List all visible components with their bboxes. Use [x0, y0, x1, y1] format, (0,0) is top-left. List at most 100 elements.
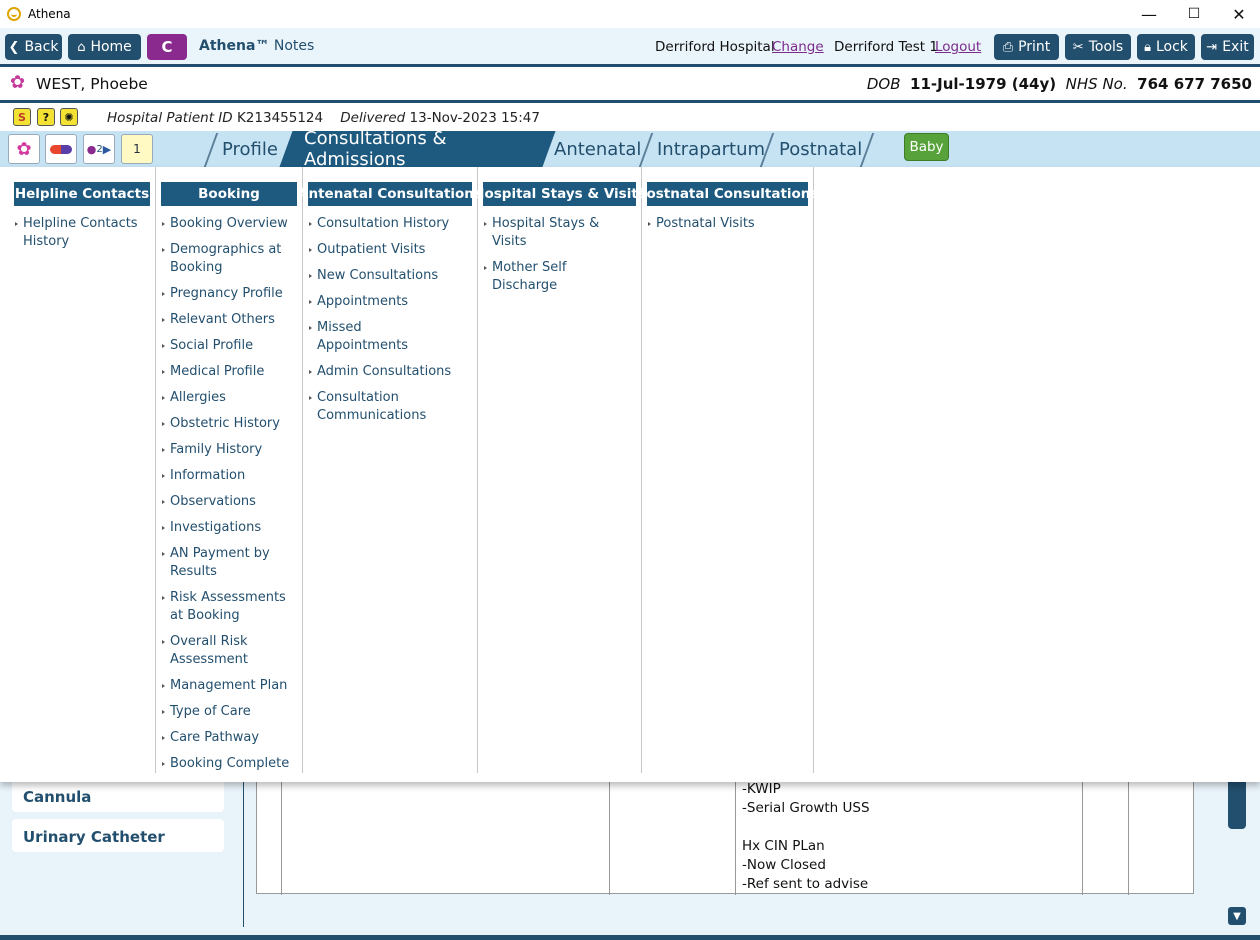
menu-item-new-consultations[interactable]: New Consultations	[308, 267, 468, 285]
menu-item-information[interactable]: Information	[161, 467, 299, 485]
exit-button[interactable]: ⇥ Exit	[1201, 34, 1254, 60]
tools-icon: ✂	[1072, 39, 1084, 55]
notes-icon[interactable]: 1	[121, 134, 153, 164]
print-button[interactable]: ⎙ Print	[994, 34, 1059, 60]
home-button[interactable]: ⌂ Home	[68, 34, 141, 60]
lock-icon: 🔒︎	[1144, 39, 1151, 55]
close-window-button[interactable]: ✕	[1216, 0, 1260, 28]
tab-antenatal[interactable]: Antenatal	[554, 131, 641, 167]
menu-column-postnatal-consultations: Postnatal Consultations Postnatal Visits	[637, 167, 818, 773]
user-name: Derriford Test 1	[834, 39, 938, 55]
menu-item-hospital-stays-visits[interactable]: Hospital Stays & Visits	[483, 215, 603, 251]
menu-item-type-of-care[interactable]: Type of Care	[161, 703, 299, 721]
menu-item-missed-appointments[interactable]: Missed Appointments	[308, 319, 418, 355]
menu-item-helpline-contacts-history[interactable]: Helpline Contacts History	[14, 215, 144, 251]
menu-item-management-plan[interactable]: Management Plan	[161, 677, 299, 695]
exit-label: Exit	[1222, 39, 1249, 55]
baby-button[interactable]: Baby	[904, 133, 949, 161]
tools-label: Tools	[1088, 39, 1124, 55]
change-hospital-link[interactable]: Change	[772, 39, 824, 55]
help-alert-icon[interactable]: ?	[37, 108, 55, 126]
left-item-urinary-catheter[interactable]: Urinary Catheter	[12, 819, 224, 852]
consultations-mega-menu: Helpline Contacts Helpline Contacts Hist…	[0, 167, 1260, 782]
section-nav-bar: ✿ ● 2 ▶ 1 Profile Consultations & Admissio…	[0, 128, 1260, 170]
tab-consultations-label: Consultations & Admissions	[304, 128, 447, 170]
menu-item-observations[interactable]: Observations	[161, 493, 299, 511]
window-title: Athena	[28, 7, 71, 21]
menu-heading-helpline: Helpline Contacts	[14, 182, 150, 206]
capsule-shape	[50, 144, 72, 154]
left-item-cannula[interactable]: Cannula	[12, 779, 224, 812]
chevron-left-icon: ❮	[8, 39, 20, 55]
back-button[interactable]: ❮ Back	[5, 34, 62, 60]
babies-icon[interactable]: ● 2 ▶	[83, 134, 115, 164]
menu-heading-antenatal-consultations: Antenatal Consultations	[298, 182, 482, 206]
menu-item-obstetric-history[interactable]: Obstetric History	[161, 415, 299, 433]
tab-consultations-admissions[interactable]: Consultations & Admissions	[279, 128, 556, 170]
menu-item-risk-assessments-at-booking[interactable]: Risk Assessments at Booking	[161, 589, 299, 625]
menu-item-booking-overview[interactable]: Booking Overview	[161, 215, 299, 233]
menu-item-relevant-others[interactable]: Relevant Others	[161, 311, 299, 329]
patient-banner: ✿ WEST, Phoebe DOB 11-Jul-1979 (44y) NHS…	[0, 67, 1260, 100]
notes-count: 1	[133, 142, 141, 156]
logout-link[interactable]: Logout	[935, 39, 981, 55]
title-bar: Athena — ☐ ✕	[0, 0, 1260, 28]
lock-button[interactable]: 🔒︎ Lock	[1137, 34, 1195, 60]
menu-heading-booking: Booking	[161, 182, 297, 206]
menu-list-hospital-stays: Hospital Stays & Visits Mother Self Disc…	[483, 215, 603, 303]
menu-item-outpatient-visits[interactable]: Outpatient Visits	[308, 241, 468, 259]
tab-postnatal[interactable]: Postnatal	[779, 131, 862, 167]
dob-label: DOB	[866, 75, 901, 93]
printer-icon: ⎙	[1002, 39, 1014, 55]
hospital-name: Derriford Hospital	[655, 39, 775, 55]
home-icon: ⌂	[77, 39, 86, 55]
menu-item-an-payment-by-results[interactable]: AN Payment by Results	[161, 545, 299, 581]
hospital-patient-info: Hospital Patient ID K213455124 Delivered…	[107, 110, 540, 126]
menu-item-mother-self-discharge[interactable]: Mother Self Discharge	[483, 259, 603, 295]
nhs-value: 764 677 7650	[1137, 75, 1252, 93]
menu-item-social-profile[interactable]: Social Profile	[161, 337, 299, 355]
minimize-button[interactable]: —	[1126, 0, 1172, 28]
menu-item-consultation-history[interactable]: Consultation History	[308, 215, 468, 233]
menu-list-booking: Booking Overview Demographics at Booking…	[161, 215, 299, 781]
menu-column-helpline: Helpline Contacts Helpline Contacts Hist…	[0, 167, 156, 773]
menu-item-care-pathway[interactable]: Care Pathway	[161, 729, 299, 747]
menu-item-consultation-communications[interactable]: Consultation Communications	[308, 389, 438, 425]
safeguarding-alert-icon[interactable]: S	[13, 108, 31, 126]
flower-icon: ✿	[10, 72, 26, 93]
flower-nav-icon[interactable]: ✿	[8, 134, 40, 164]
exit-icon: ⇥	[1206, 39, 1218, 55]
menu-item-investigations[interactable]: Investigations	[161, 519, 299, 537]
menu-item-family-history[interactable]: Family History	[161, 441, 299, 459]
tab-intrapartum[interactable]: Intrapartum	[657, 131, 765, 167]
menu-item-overall-risk-assessment[interactable]: Overall Risk Assessment	[161, 633, 299, 669]
c-button[interactable]: C	[147, 34, 187, 60]
menu-column-booking: Booking Booking Overview Demographics at…	[156, 167, 303, 773]
menu-item-pregnancy-profile[interactable]: Pregnancy Profile	[161, 285, 299, 303]
menu-item-admin-consultations[interactable]: Admin Consultations	[308, 363, 468, 381]
menu-list-helpline: Helpline Contacts History	[14, 215, 144, 259]
lock-label: Lock	[1155, 39, 1188, 55]
tools-button[interactable]: ✂ Tools	[1065, 34, 1131, 60]
hospital-id-label: Hospital Patient ID	[107, 110, 233, 126]
dob-value: 11-Jul-1979 (44y)	[910, 75, 1057, 93]
app-title: Athena™ Notes	[199, 38, 314, 54]
menu-item-postnatal-visits[interactable]: Postnatal Visits	[647, 215, 807, 233]
tab-profile[interactable]: Profile	[222, 131, 278, 167]
scroll-down-icon[interactable]: ▼	[1228, 907, 1246, 925]
menu-item-demographics-at-booking[interactable]: Demographics at Booking	[161, 241, 299, 277]
medication-icon[interactable]	[45, 134, 77, 164]
play-icon: ▶	[102, 142, 112, 156]
menu-column-antenatal-consultations: Antenatal Consultations Consultation His…	[298, 167, 482, 773]
app-section: Notes	[273, 38, 315, 54]
menu-item-booking-complete[interactable]: Booking Complete	[161, 755, 299, 773]
back-label: Back	[24, 39, 59, 55]
maximize-button[interactable]: ☐	[1171, 0, 1217, 28]
virus-alert-icon[interactable]: ✺	[60, 108, 78, 126]
menu-item-medical-profile[interactable]: Medical Profile	[161, 363, 299, 381]
menu-item-allergies[interactable]: Allergies	[161, 389, 299, 407]
bottom-border	[0, 935, 1260, 940]
menu-item-appointments[interactable]: Appointments	[308, 293, 468, 311]
menu-list-antenatal-consultations: Consultation History Outpatient Visits N…	[308, 215, 468, 433]
plan-notes-text: -KWIP -Serial Growth USS Hx CIN PLan -No…	[742, 781, 870, 892]
